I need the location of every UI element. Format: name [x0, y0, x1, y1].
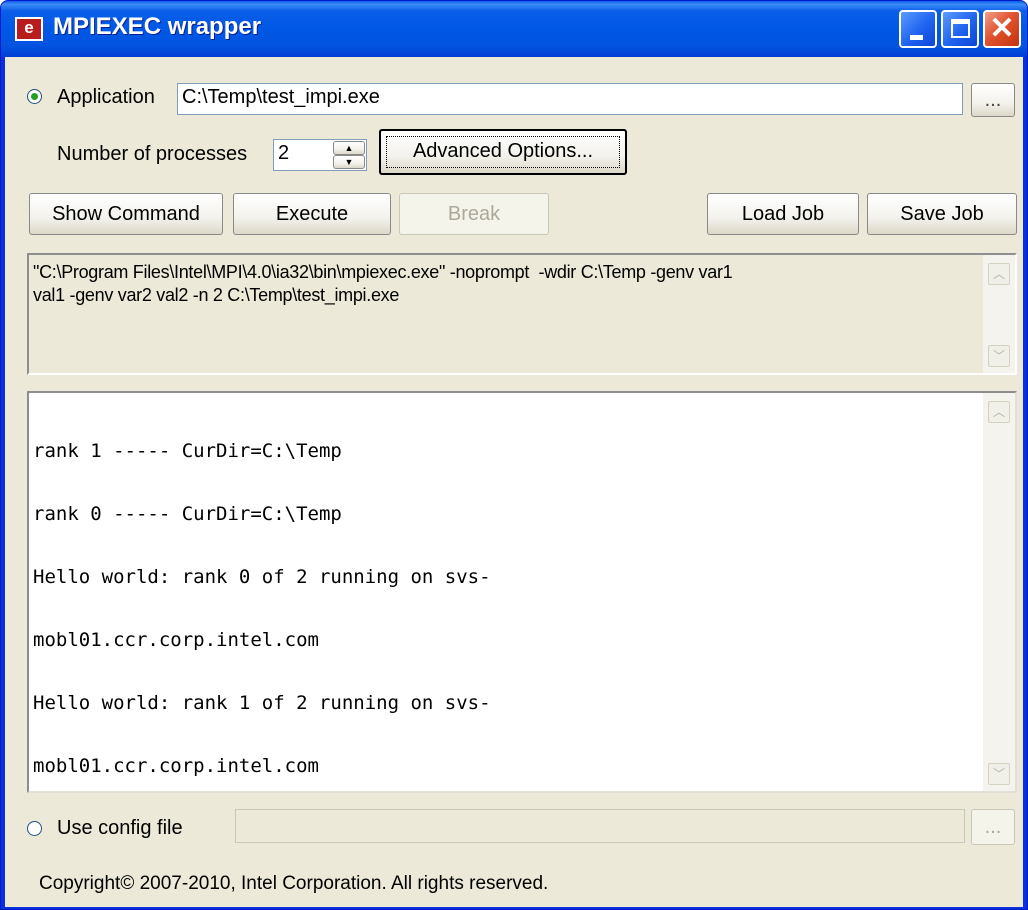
- maximize-button[interactable]: [941, 10, 979, 48]
- close-button[interactable]: ✕: [983, 10, 1021, 48]
- output-line: rank 0 ----- CurDir=C:\Temp: [33, 503, 342, 525]
- command-scrollbar[interactable]: ︿ ﹀: [983, 255, 1015, 373]
- config-file-radio[interactable]: [27, 821, 42, 836]
- output-scroll-down-button[interactable]: ﹀: [988, 763, 1010, 785]
- output-line: Hello world: rank 0 of 2 running on svs-: [33, 566, 491, 588]
- application-label: Application: [57, 86, 155, 108]
- spin-up-button[interactable]: ▲: [333, 141, 365, 155]
- dialog-body: Application C:\Temp\test_impi.exe ... Nu…: [5, 57, 1023, 907]
- show-command-button[interactable]: Show Command: [29, 193, 223, 235]
- output-scrollbar[interactable]: ︿ ﹀: [983, 393, 1015, 791]
- application-browse-button[interactable]: ...: [971, 83, 1015, 117]
- execute-button[interactable]: Execute: [233, 193, 391, 235]
- advanced-options-button[interactable]: Advanced Options...: [379, 129, 627, 175]
- output-line: rank 1 ----- CurDir=C:\Temp: [33, 440, 342, 462]
- config-file-label: Use config file: [57, 817, 183, 839]
- window-title: MPIEXEC wrapper: [53, 13, 262, 40]
- command-text: "C:\Program Files\Intel\MPI\4.0\ia32\bin…: [33, 262, 733, 305]
- mpiexec-window: e MPIEXEC wrapper ✕ Application C:\Temp\…: [0, 0, 1028, 910]
- config-browse-button[interactable]: ...: [971, 809, 1015, 845]
- command-scroll-down-button[interactable]: ﹀: [988, 345, 1010, 367]
- config-file-input[interactable]: [235, 809, 965, 843]
- output-scroll-up-button[interactable]: ︿: [988, 401, 1010, 423]
- processes-value: 2: [278, 142, 290, 164]
- processes-spinner[interactable]: ▲ ▼: [333, 141, 365, 169]
- processes-label: Number of processes: [57, 143, 248, 165]
- command-preview-box[interactable]: "C:\Program Files\Intel\MPI\4.0\ia32\bin…: [27, 253, 1017, 375]
- command-scroll-up-button[interactable]: ︿: [988, 263, 1010, 285]
- title-bar[interactable]: e MPIEXEC wrapper ✕: [1, 1, 1027, 57]
- output-text: rank 1 ----- CurDir=C:\Temp rank 0 -----…: [33, 399, 491, 819]
- application-radio[interactable]: [27, 89, 42, 104]
- copyright-text: Copyright© 2007-2010, Intel Corporation.…: [39, 873, 549, 894]
- output-line: mobl01.ccr.corp.intel.com: [33, 755, 319, 777]
- load-job-button[interactable]: Load Job: [707, 193, 859, 235]
- app-icon: e: [15, 17, 43, 41]
- output-box[interactable]: rank 1 ----- CurDir=C:\Temp rank 0 -----…: [27, 391, 1017, 793]
- break-button[interactable]: Break: [399, 193, 549, 235]
- spin-down-button[interactable]: ▼: [333, 155, 365, 169]
- save-job-button[interactable]: Save Job: [867, 193, 1017, 235]
- focus-rectangle: [386, 136, 620, 168]
- output-line: mobl01.ccr.corp.intel.com: [33, 629, 319, 651]
- close-icon: ✕: [989, 12, 1015, 45]
- minimize-button[interactable]: [899, 10, 937, 48]
- application-path-input[interactable]: C:\Temp\test_impi.exe: [177, 83, 963, 115]
- output-line: Hello world: rank 1 of 2 running on svs-: [33, 692, 491, 714]
